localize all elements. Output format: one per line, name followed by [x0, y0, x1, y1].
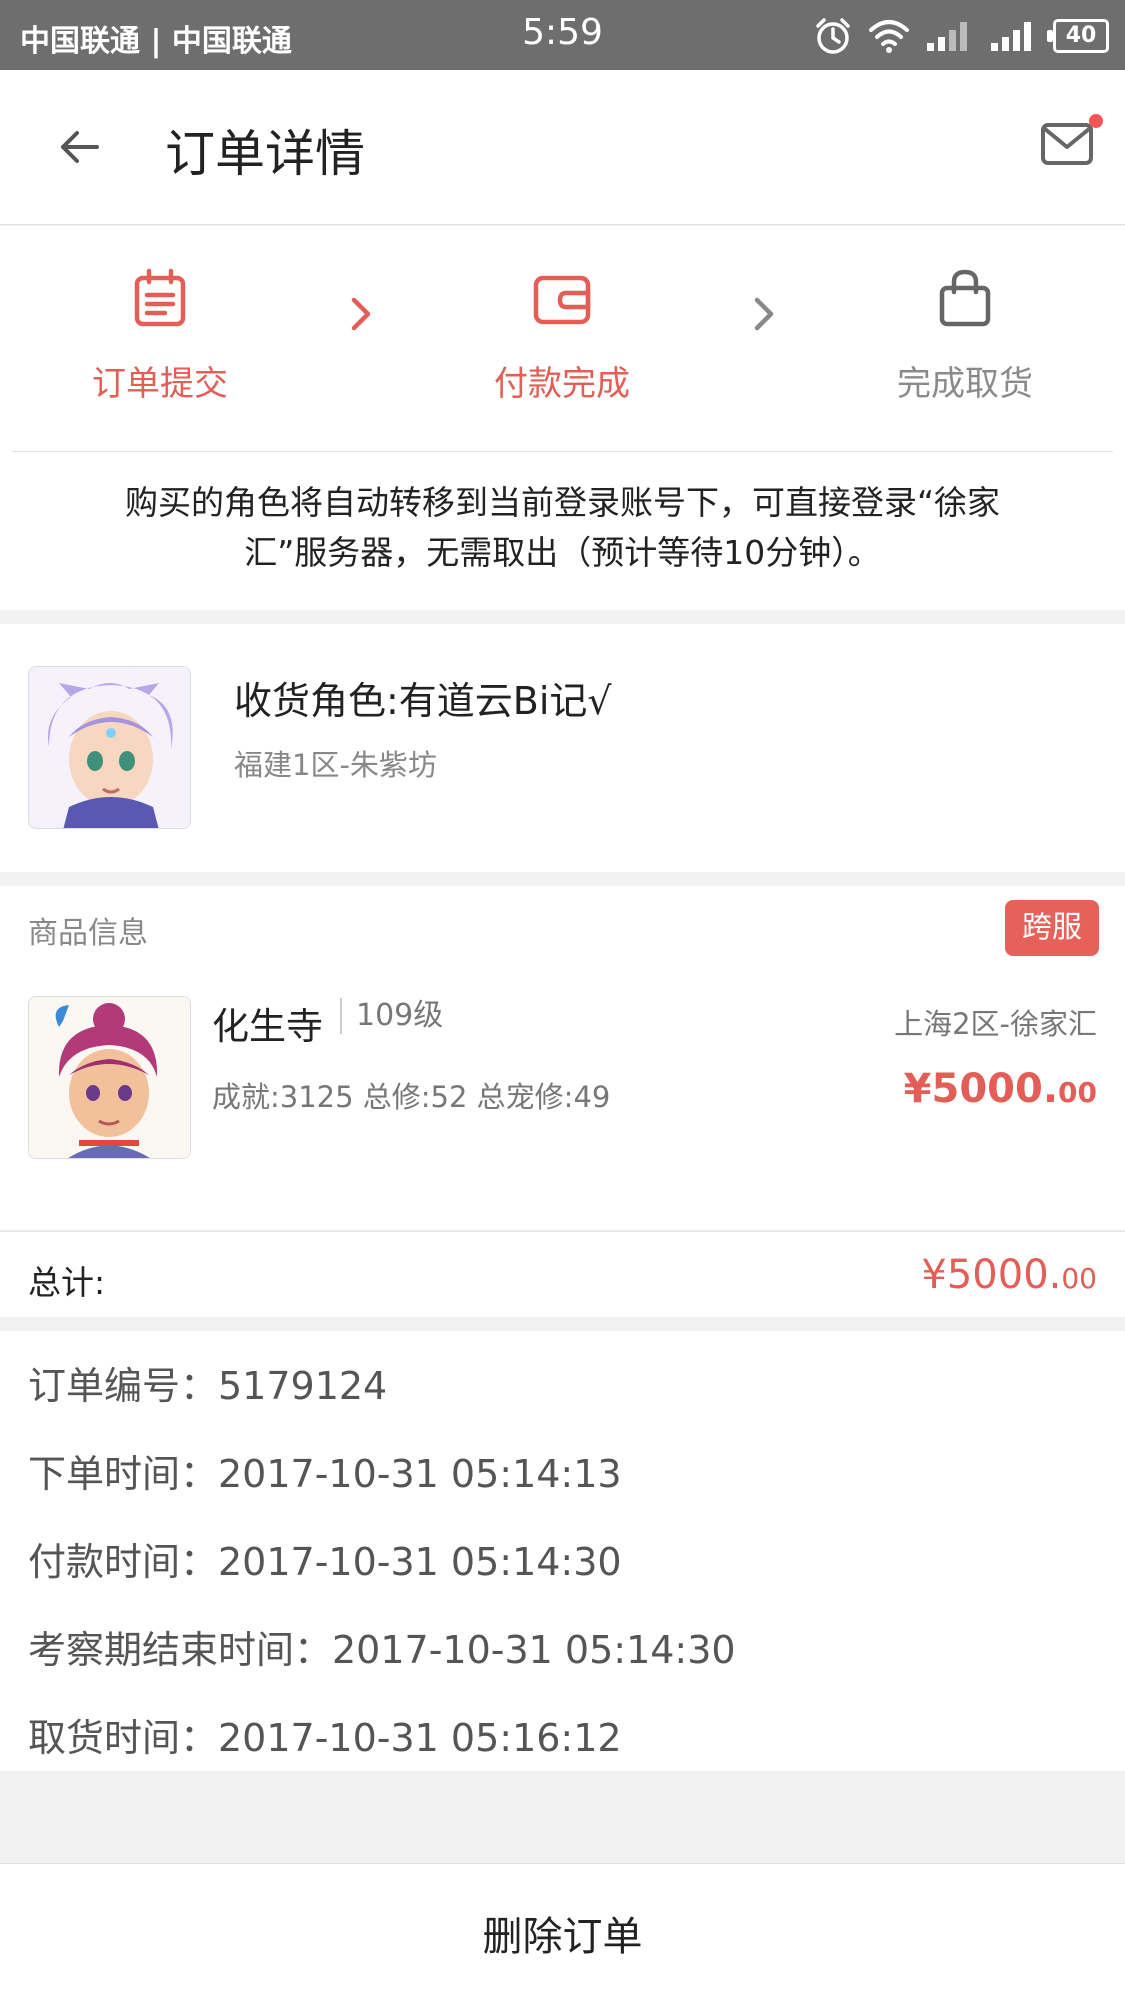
- delete-order-button[interactable]: 删除订单: [0, 1904, 1125, 1962]
- nav-bar: 订单详情: [0, 70, 1125, 225]
- wifi-icon: [869, 20, 909, 53]
- total-value: ¥5000.00: [921, 1252, 1097, 1298]
- notice-line-2: 汇”服务器，无需取出（预计等待10分钟）。: [244, 533, 881, 572]
- goods-avatar: [28, 996, 191, 1159]
- goods-stats: 成就:3125 总修:52 总宠修:49: [212, 1080, 611, 1114]
- receiver-avatar: [28, 666, 191, 829]
- transfer-notice: 购买的角色将自动转移到当前登录账号下，可直接登录“徐家 汇”服务器，无需取出（预…: [0, 452, 1125, 610]
- step-payment-complete: 付款完成: [442, 268, 682, 405]
- goods-info-card: 商品信息 跨服 化生寺 109级 上海2区-徐家汇 成就:3125 总修:52 …: [0, 886, 1125, 1230]
- status-bar: 中国联通 | 中国联通 5:59 40: [0, 0, 1125, 70]
- order-number: 订单编号：5179124: [28, 1364, 388, 1408]
- goods-name: 化生寺: [212, 1005, 323, 1048]
- payment-time: 付款时间：2017-10-31 05:14:30: [28, 1540, 622, 1584]
- receiver-card: 收货角色:有道云Bi记√ 福建1区-朱紫坊: [0, 624, 1125, 872]
- order-time: 下单时间：2017-10-31 05:14:13: [28, 1452, 622, 1496]
- message-icon[interactable]: [1039, 115, 1095, 171]
- total-label: 总计:: [28, 1263, 106, 1302]
- receiver-role-name: 收货角色:有道云Bi记√: [234, 679, 612, 723]
- pickup-time: 取货时间：2017-10-31 05:16:12: [28, 1716, 622, 1760]
- signal-icon-2: [991, 22, 1031, 51]
- price-integer: ¥5000.: [903, 1066, 1059, 1112]
- review-end-time: 考察期结束时间：2017-10-31 05:14:30: [28, 1628, 736, 1672]
- notification-dot: [1089, 114, 1103, 128]
- signal-icon-1: [927, 22, 967, 51]
- step-order-submitted: 订单提交: [40, 268, 280, 405]
- bottom-bar: 删除订单: [0, 1863, 1125, 2000]
- step-pickup-complete: 完成取货: [845, 268, 1085, 405]
- price-decimal: 00: [1058, 1076, 1097, 1109]
- notice-line-1: 购买的角色将自动转移到当前登录账号下，可直接登录“徐家: [124, 483, 1001, 522]
- goods-level: 109级: [340, 998, 443, 1034]
- alarm-icon: [816, 18, 850, 54]
- wallet-icon: [533, 275, 591, 325]
- cross-server-badge: 跨服: [1005, 900, 1099, 956]
- bag-icon: [939, 269, 991, 327]
- battery-indicator: 40: [1047, 19, 1109, 53]
- goods-price: ¥5000.00: [904, 1066, 1097, 1112]
- chevron-right-icon: [754, 297, 774, 331]
- back-arrow-icon[interactable]: [55, 122, 105, 172]
- step-label: 订单提交: [92, 364, 228, 404]
- chevron-right-icon: [351, 297, 371, 331]
- status-icons: 40: [813, 14, 1109, 58]
- order-progress: 订单提交 付款完成 完成取货: [0, 226, 1125, 452]
- page-title: 订单详情: [165, 125, 365, 183]
- calendar-icon: [134, 268, 186, 327]
- order-info: 订单编号：5179124 下单时间：2017-10-31 05:14:13 付款…: [0, 1331, 1125, 1771]
- total-decimal: 00: [1061, 1262, 1097, 1295]
- total-integer: ¥5000.: [921, 1252, 1062, 1298]
- receiver-server: 福建1区-朱紫坊: [234, 748, 437, 782]
- step-label: 付款完成: [494, 364, 630, 404]
- goods-server: 上海2区-徐家汇: [894, 1007, 1097, 1041]
- section-title: 商品信息: [28, 916, 148, 951]
- total-row: 总计: ¥5000.00: [0, 1231, 1125, 1317]
- step-label: 完成取货: [897, 364, 1033, 404]
